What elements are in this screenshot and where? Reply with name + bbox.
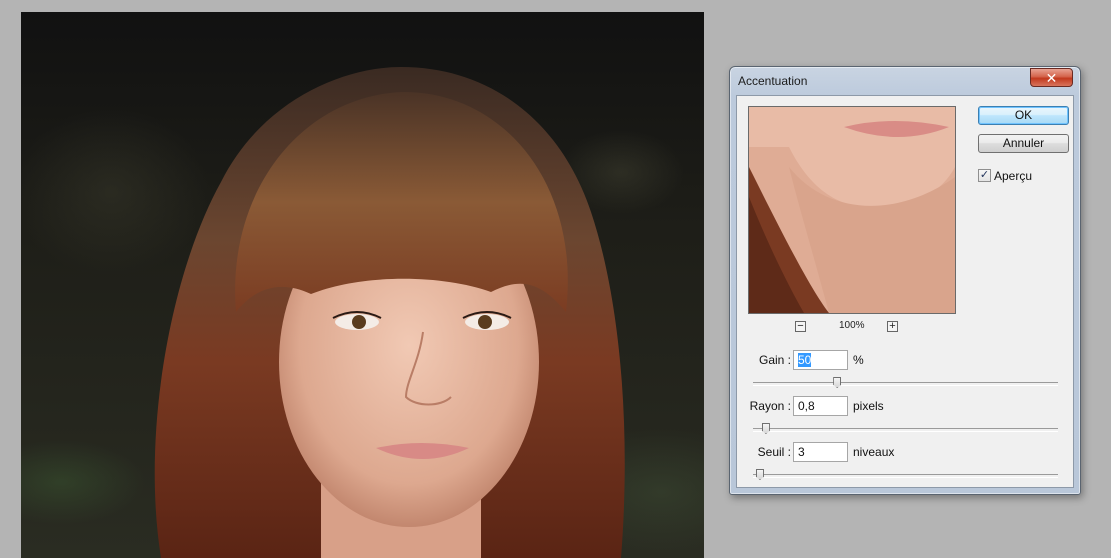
preview-checkbox-label: Aperçu: [994, 169, 1033, 183]
preview-checkbox[interactable]: ✓: [978, 169, 991, 182]
ok-button[interactable]: OK: [978, 106, 1069, 125]
gain-row: Gain : 50 %: [737, 350, 1075, 370]
unsharp-mask-dialog: Accentuation ✕ − 100% + OK Annuler ✓ Ape…: [729, 66, 1081, 495]
threshold-input[interactable]: 3: [793, 442, 848, 462]
gain-label: Gain :: [758, 353, 791, 367]
gain-slider-track[interactable]: [753, 382, 1058, 386]
close-button[interactable]: ✕: [1030, 68, 1073, 87]
zoom-out-icon: −: [797, 320, 804, 332]
radius-label: Rayon :: [749, 399, 791, 413]
threshold-row: Seuil : 3 niveaux: [737, 442, 1075, 462]
image-canvas[interactable]: [21, 12, 704, 558]
preview-pane[interactable]: [748, 106, 956, 314]
radius-slider-thumb[interactable]: [761, 423, 770, 434]
gain-slider-thumb[interactable]: [833, 377, 842, 388]
zoom-out-button[interactable]: −: [795, 321, 806, 332]
preview-image: [749, 107, 955, 313]
radius-unit: pixels: [853, 399, 884, 413]
threshold-unit: niveaux: [853, 445, 895, 459]
radius-slider-track[interactable]: [753, 428, 1058, 432]
threshold-slider-thumb[interactable]: [755, 469, 764, 480]
gain-unit: %: [853, 353, 864, 367]
threshold-label: Seuil :: [757, 445, 791, 459]
threshold-value: 3: [798, 445, 805, 459]
dialog-content: − 100% + OK Annuler ✓ Aperçu Gain : 50 %…: [736, 95, 1074, 488]
close-icon: ✕: [1045, 70, 1058, 86]
radius-input[interactable]: 0,8: [793, 396, 848, 416]
zoom-in-button[interactable]: +: [887, 321, 898, 332]
cancel-button[interactable]: Annuler: [978, 134, 1069, 153]
gain-value: 50: [798, 353, 812, 367]
zoom-in-icon: +: [889, 320, 896, 332]
gain-input[interactable]: 50: [793, 350, 848, 370]
threshold-slider-track[interactable]: [753, 474, 1058, 478]
checkmark-icon: ✓: [979, 169, 990, 181]
dialog-title: Accentuation: [738, 74, 808, 88]
radius-value: 0,8: [798, 399, 815, 413]
portrait-photo: [154, 67, 625, 558]
radius-row: Rayon : 0,8 pixels: [737, 396, 1075, 416]
zoom-level: 100%: [839, 320, 865, 331]
